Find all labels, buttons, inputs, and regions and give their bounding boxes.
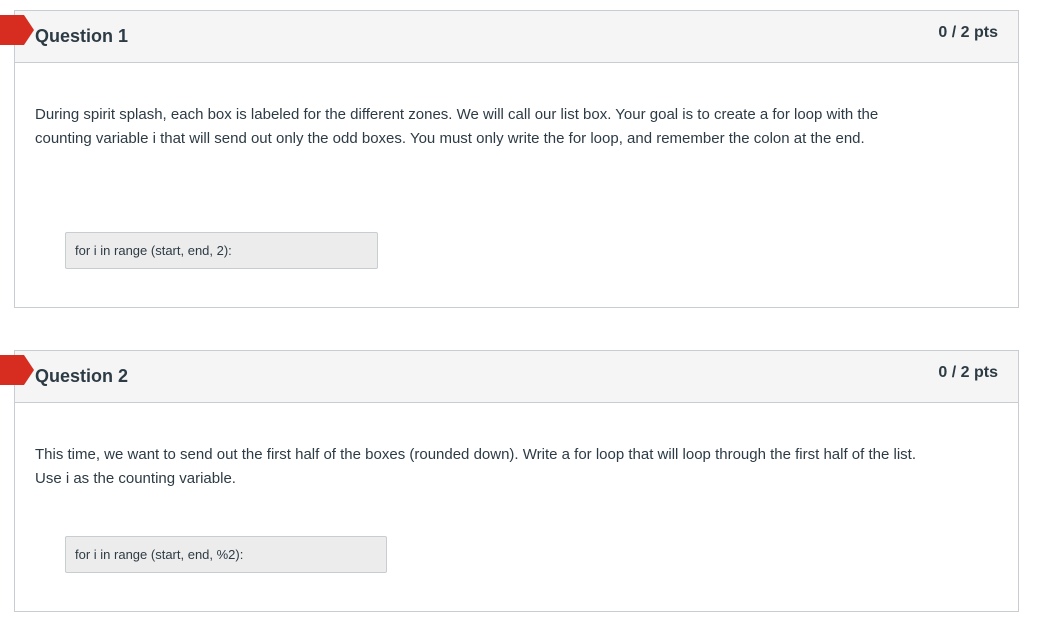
question-text-line: During spirit splash, each box is labele… — [35, 106, 879, 123]
question-points: 0 / 2 pts — [938, 24, 998, 41]
question-1: Question 1 0 / 2 pts During spirit splas… — [14, 10, 1019, 308]
question-text-line: This time, we want to send out the first… — [35, 446, 917, 463]
question-2: Question 2 0 / 2 pts This time, we want … — [14, 350, 1019, 612]
question-header: Question 2 0 / 2 pts — [15, 351, 1018, 403]
answer-display: for i in range (start, end, %2): — [65, 536, 387, 573]
question-text: During spirit splash, each box is labele… — [35, 103, 978, 151]
question-text-line: counting variable i that will send out o… — [35, 130, 865, 147]
question-title: Question 2 — [35, 366, 129, 386]
question-text-line: Use i as the counting variable. — [35, 470, 236, 487]
question-points: 0 / 2 pts — [938, 364, 998, 381]
question-text: This time, we want to send out the first… — [35, 443, 978, 491]
flag-shape — [0, 355, 34, 385]
flag-shape — [0, 15, 34, 45]
question-title: Question 1 — [35, 26, 129, 46]
answer-display: for i in range (start, end, 2): — [65, 232, 378, 269]
question-header: Question 1 0 / 2 pts — [15, 11, 1018, 63]
bookmark-flag-icon[interactable] — [0, 355, 34, 385]
bookmark-flag-icon[interactable] — [0, 15, 34, 45]
